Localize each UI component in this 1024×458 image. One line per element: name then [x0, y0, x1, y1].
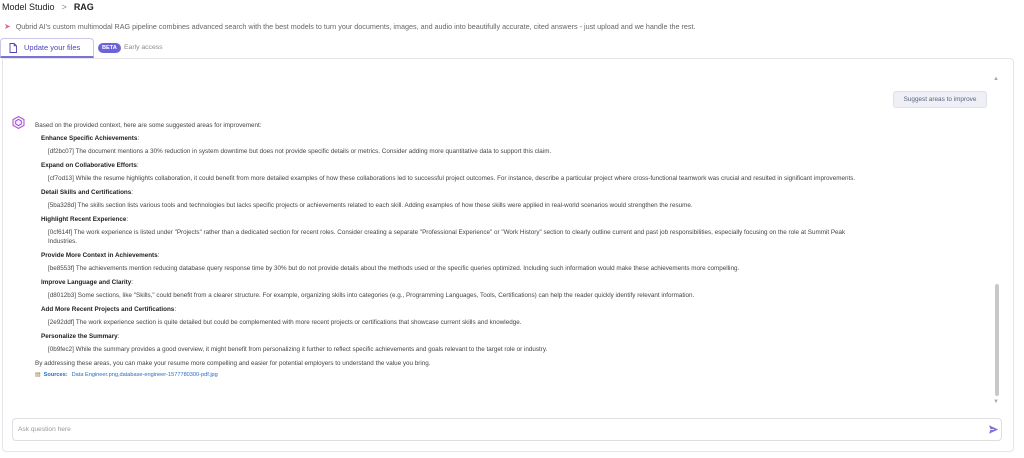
item-heading: Improve Language and Clarity: — [41, 279, 134, 286]
list-item: Add More Recent Projects and Certificati… — [35, 303, 865, 330]
item-heading: Detail Skills and Certifications: — [41, 189, 134, 196]
rocket-icon: ➤ — [4, 21, 11, 31]
tab-update-files[interactable]: Update your files — [0, 38, 94, 58]
bot-avatar-icon — [12, 116, 25, 129]
item-detail: [df2bc07] The document mentions a 30% re… — [48, 148, 552, 155]
scroll-down-arrow-icon[interactable]: ▼ — [993, 399, 999, 405]
item-detail: [be8553f] The achievements mention reduc… — [48, 265, 740, 272]
subtitle-text: Qubrid AI's custom multimodal RAG pipeli… — [15, 21, 696, 31]
list-item: Detail Skills and Certifications: [5ba32… — [35, 186, 865, 213]
beta-badge: BETA — [98, 43, 121, 53]
question-input[interactable] — [18, 419, 978, 440]
message-outro: By addressing these areas, you can make … — [35, 360, 431, 367]
sources-row: ▤ Sources: Data Engineer.png,database-en… — [35, 371, 865, 380]
tab-update-label: Update your files — [24, 43, 81, 52]
item-heading: Enhance Specific Achievements: — [41, 135, 140, 142]
list-item: Provide More Context in Achievements: [b… — [35, 249, 865, 276]
breadcrumb-separator: > — [61, 2, 67, 12]
breadcrumb-current: RAG — [73, 2, 94, 12]
file-icon — [9, 42, 17, 53]
item-detail: [d8012b3] Some sections, like "Skills," … — [48, 292, 695, 299]
page-subtitle: ➤ Qubrid AI's custom multimodal RAG pipe… — [4, 20, 695, 32]
sources-label: Sources: — [43, 372, 68, 378]
message-intro: Based on the provided context, here are … — [35, 122, 262, 129]
send-icon[interactable] — [988, 424, 999, 435]
scroll-up-arrow-icon[interactable]: ▲ — [993, 76, 999, 82]
item-heading: Provide More Context in Achievements: — [41, 252, 160, 259]
breadcrumb-parent[interactable]: Model Studio — [2, 2, 55, 12]
item-detail: [5ba328d] The skills section lists vario… — [48, 202, 693, 209]
item-heading: Personalize the Summary: — [41, 333, 120, 340]
list-item: Personalize the Summary: [0b9fec2] While… — [35, 330, 865, 357]
assistant-message: Based on the provided context, here are … — [35, 121, 865, 380]
suggest-improve-button[interactable]: Suggest areas to improve — [893, 91, 987, 108]
list-item: Expand on Collaborative Efforts: [cf7od1… — [35, 159, 865, 186]
list-item: Improve Language and Clarity: [d8012b3] … — [35, 276, 865, 303]
item-heading: Expand on Collaborative Efforts: — [41, 162, 139, 169]
item-detail: [0cf614f] The work experience is listed … — [48, 229, 846, 245]
tab-bar: Update your files BETA Early access — [0, 38, 1014, 58]
source-file-link[interactable]: Data Engineer.png,database-engineer-1577… — [72, 371, 218, 380]
scrollbar-thumb[interactable] — [995, 284, 999, 396]
item-heading: Add More Recent Projects and Certificati… — [41, 306, 177, 313]
item-detail: [0b9fec2] While the summary provides a g… — [48, 346, 548, 353]
list-item: Enhance Specific Achievements: [df2bc07]… — [35, 132, 865, 159]
early-access-label: Early access — [124, 44, 163, 51]
item-detail: [2e92ddf] The work experience section is… — [48, 319, 522, 326]
item-heading: Highlight Recent Experience: — [41, 216, 129, 223]
list-item: Highlight Recent Experience: [0cf614f] T… — [35, 213, 865, 249]
item-detail: [cf7od13] While the resume highlights co… — [48, 175, 856, 182]
breadcrumb: Model Studio > RAG — [2, 1, 94, 13]
folder-icon: ▤ — [35, 372, 41, 378]
question-input-bar — [12, 418, 1002, 441]
